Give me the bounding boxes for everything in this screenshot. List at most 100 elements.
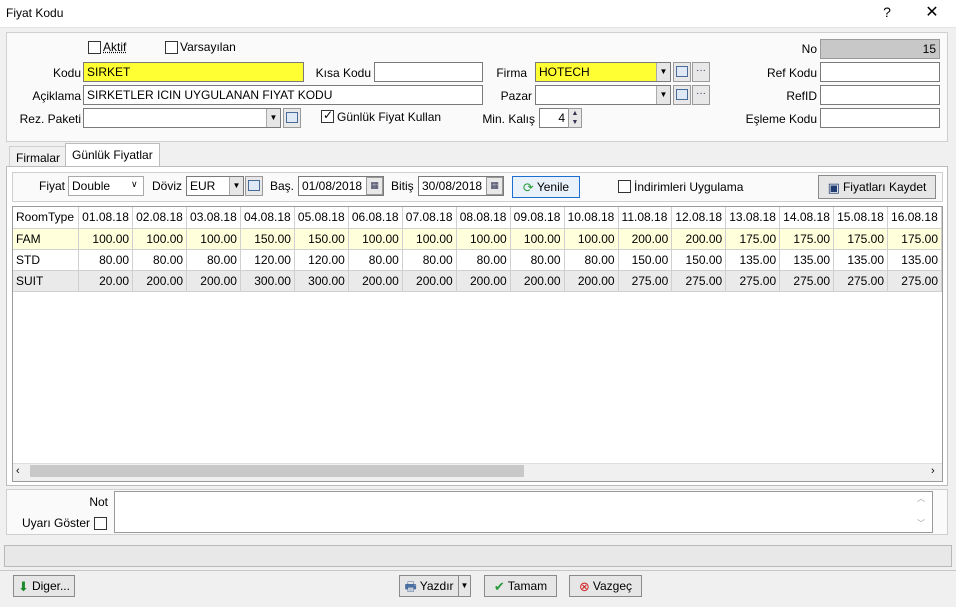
price-cell[interactable]: 100.00: [402, 228, 457, 250]
price-cell[interactable]: 20.00: [78, 270, 134, 292]
close-button[interactable]: ✕: [918, 2, 946, 24]
price-cell[interactable]: 135.00: [779, 249, 835, 271]
column-header-date[interactable]: 05.08.18: [294, 207, 349, 229]
price-cell[interactable]: 80.00: [78, 249, 134, 271]
note-scroll-down-icon[interactable]: ﹀: [917, 518, 925, 529]
price-cell[interactable]: 200.00: [564, 270, 619, 292]
note-scroll-up-icon[interactable]: ︿: [917, 493, 925, 504]
price-cell[interactable]: 100.00: [348, 228, 403, 250]
firma-select[interactable]: HOTECH: [535, 62, 671, 82]
rez-paketi-select[interactable]: [83, 108, 281, 128]
fiyat-dropdown-icon[interactable]: ∨: [131, 179, 138, 190]
column-header-date[interactable]: 03.08.18: [186, 207, 241, 229]
price-cell[interactable]: 135.00: [833, 249, 889, 271]
indirim-checkbox[interactable]: [618, 180, 631, 193]
price-cell[interactable]: 80.00: [132, 249, 188, 271]
price-cell[interactable]: 275.00: [779, 270, 835, 292]
price-cell[interactable]: 120.00: [294, 249, 349, 271]
tab-gunluk-fiyatlar[interactable]: Günlük Fiyatlar: [65, 143, 160, 167]
bas-calendar-icon[interactable]: ▦: [366, 177, 383, 195]
yazdir-button[interactable]: 🖶 Yazdır: [399, 575, 459, 597]
doviz-lookup-icon[interactable]: [245, 176, 263, 196]
price-cell[interactable]: 275.00: [618, 270, 673, 292]
price-cell[interactable]: 120.00: [240, 249, 295, 271]
pazar-select[interactable]: [535, 85, 671, 105]
price-cell[interactable]: 150.00: [671, 249, 727, 271]
table-row[interactable]: STD 80.00 80.00 80.00 120.00 120.00 80.00 80.00…: [13, 249, 942, 271]
refid-input[interactable]: [820, 85, 940, 105]
price-cell[interactable]: 275.00: [725, 270, 781, 292]
column-header-date[interactable]: 10.08.18: [564, 207, 619, 229]
min-kalis-spinner-icon[interactable]: ▲ ▼: [568, 108, 582, 128]
column-header-date[interactable]: 06.08.18: [348, 207, 403, 229]
gunluk-fiyat-checkbox[interactable]: [321, 108, 334, 123]
price-cell[interactable]: 80.00: [348, 249, 403, 271]
pazar-dropdown-icon[interactable]: ▼: [656, 86, 670, 104]
esleme-kodu-input[interactable]: [820, 108, 940, 128]
aciklama-input[interactable]: SIRKETLER ICIN UYGULANAN FIYAT KODU: [83, 85, 483, 105]
column-header-date[interactable]: 09.08.18: [510, 207, 565, 229]
yenile-button[interactable]: ⟳ Yenile: [512, 176, 580, 198]
room-type-cell[interactable]: FAM: [13, 228, 80, 250]
ref-kodu-input[interactable]: [820, 62, 940, 82]
price-cell[interactable]: 175.00: [833, 228, 889, 250]
rez-paketi-dropdown-icon[interactable]: ▼: [266, 109, 280, 127]
price-cell[interactable]: 175.00: [779, 228, 835, 250]
price-cell[interactable]: 300.00: [294, 270, 349, 292]
price-cell[interactable]: 150.00: [294, 228, 349, 250]
price-cell[interactable]: 100.00: [564, 228, 619, 250]
room-type-cell[interactable]: STD: [13, 249, 80, 271]
price-cell[interactable]: 80.00: [456, 249, 511, 271]
price-cell[interactable]: 200.00: [618, 228, 673, 250]
firma-dropdown-icon[interactable]: ▼: [656, 63, 670, 81]
yazdir-dropdown-icon[interactable]: ▼: [458, 575, 471, 597]
price-cell[interactable]: 200.00: [671, 228, 727, 250]
pazar-more-icon[interactable]: ···: [692, 85, 710, 105]
price-cell[interactable]: 200.00: [186, 270, 241, 292]
scroll-left-icon[interactable]: ‹: [16, 465, 20, 477]
price-cell[interactable]: 300.00: [240, 270, 295, 292]
help-button[interactable]: ?: [878, 4, 896, 22]
vazgec-button[interactable]: ⊗ Vazgeç: [569, 575, 642, 597]
price-cell[interactable]: 150.00: [240, 228, 295, 250]
column-header-date[interactable]: 08.08.18: [456, 207, 511, 229]
column-header-date[interactable]: 04.08.18: [240, 207, 295, 229]
price-cell[interactable]: 80.00: [564, 249, 619, 271]
pazar-lookup-icon[interactable]: [673, 85, 691, 105]
fiyatlari-kaydet-button[interactable]: ▣ Fiyatları Kaydet: [818, 175, 936, 199]
price-cell[interactable]: 200.00: [456, 270, 511, 292]
price-cell[interactable]: 80.00: [186, 249, 241, 271]
tamam-button[interactable]: ✔ Tamam: [484, 575, 557, 597]
table-row[interactable]: FAM 100.00 100.00 100.00 150.00 150.00 100.00 1…: [13, 228, 942, 250]
column-header-date[interactable]: 12.08.18: [671, 207, 727, 229]
room-type-cell[interactable]: SUIT: [13, 270, 80, 292]
price-cell[interactable]: 100.00: [78, 228, 134, 250]
doviz-dropdown-icon[interactable]: ▼: [229, 177, 243, 195]
rez-paketi-lookup-icon[interactable]: [283, 108, 301, 128]
price-cell[interactable]: 200.00: [348, 270, 403, 292]
price-cell[interactable]: 200.00: [510, 270, 565, 292]
min-kalis-input[interactable]: 4: [539, 108, 569, 128]
price-cell[interactable]: 80.00: [402, 249, 457, 271]
firma-more-icon[interactable]: ···: [692, 62, 710, 82]
price-cell[interactable]: 100.00: [456, 228, 511, 250]
price-cell[interactable]: 80.00: [510, 249, 565, 271]
column-header-date[interactable]: 02.08.18: [132, 207, 188, 229]
price-cell[interactable]: 275.00: [833, 270, 889, 292]
price-cell[interactable]: 100.00: [510, 228, 565, 250]
price-cell[interactable]: 100.00: [132, 228, 188, 250]
price-cell[interactable]: 135.00: [887, 249, 942, 271]
column-header-date[interactable]: 01.08.18: [78, 207, 134, 229]
price-cell[interactable]: 175.00: [725, 228, 781, 250]
price-cell[interactable]: 135.00: [725, 249, 781, 271]
price-cell[interactable]: 200.00: [132, 270, 188, 292]
firma-lookup-icon[interactable]: [673, 62, 691, 82]
column-header-date[interactable]: 13.08.18: [725, 207, 781, 229]
daily-prices-grid[interactable]: RoomType 01.08.18 02.08.18 03.08.18 04.08.18…: [12, 206, 943, 482]
price-cell[interactable]: 200.00: [402, 270, 457, 292]
price-cell[interactable]: 150.00: [618, 249, 673, 271]
tab-firmalar[interactable]: Firmalar: [9, 146, 67, 168]
column-header-date[interactable]: 11.08.18: [618, 207, 673, 229]
bitis-calendar-icon[interactable]: ▦: [486, 177, 503, 195]
column-header-date[interactable]: 14.08.18: [779, 207, 835, 229]
